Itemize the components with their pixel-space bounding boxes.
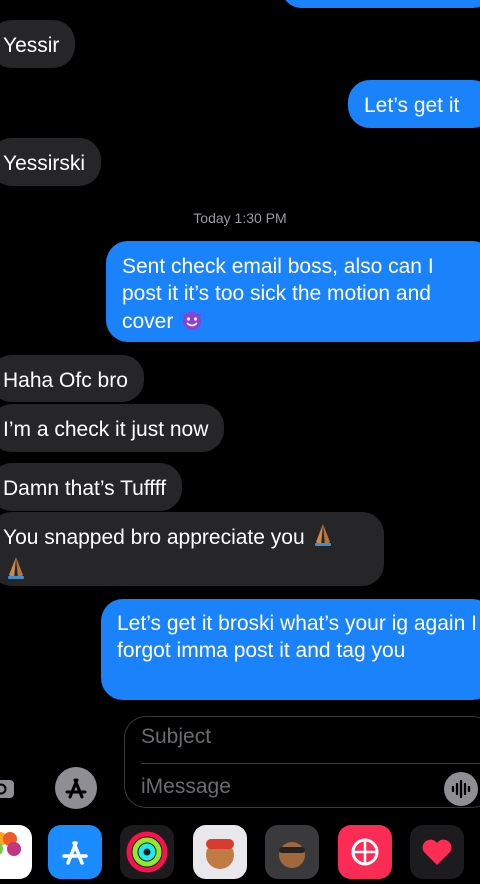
message-bubble-outgoing[interactable]: Sent check email boss, also can I post i… <box>106 241 480 342</box>
digital-touch-app-icon[interactable] <box>410 825 464 879</box>
waveform-icon <box>444 779 478 810</box>
audio-button[interactable] <box>444 772 478 806</box>
folded-hands-icon <box>3 555 29 588</box>
message-bubble-incoming[interactable]: I’m a check it just now <box>0 404 225 452</box>
photos-app-icon[interactable] <box>0 825 32 879</box>
message-bubble-incoming[interactable]: Damn that’s Tuffff <box>0 463 183 511</box>
message-text: Damn that’s Tuffff <box>3 477 167 500</box>
fitness-app-icon[interactable] <box>120 825 174 879</box>
app-store-icon <box>55 778 97 813</box>
message-composer[interactable]: Subject iMessage <box>124 716 480 808</box>
message-text: I’m a check it just now <box>3 418 209 441</box>
app-store-app-icon[interactable] <box>48 825 102 879</box>
message-timestamp: Today 1:30 PM <box>193 210 287 226</box>
message-text: Sent check email boss, also can I post i… <box>122 255 434 334</box>
message-bubble-incoming[interactable]: Yessir <box>0 20 76 68</box>
message-input[interactable]: iMessage <box>141 775 231 799</box>
message-bubble-incoming[interactable]: Yessirski <box>0 138 102 186</box>
camera-icon <box>0 780 22 810</box>
composer-divider <box>141 763 480 764</box>
app-store-button[interactable] <box>55 767 97 809</box>
message-bubble-incoming[interactable]: Haha Ofc bro <box>0 355 144 402</box>
message-text: Yessir <box>3 34 60 57</box>
avatar-app-icon[interactable] <box>265 825 319 879</box>
message-bubble-outgoing[interactable]: Let’s get it broski what’s your ig again… <box>101 599 480 700</box>
message-text: Let’s get it broski what’s your ig again… <box>117 612 477 662</box>
message-text: Haha Ofc bro <box>3 369 128 392</box>
smiling-imp-icon <box>179 307 205 338</box>
message-text: You snapped bro appreciate you <box>3 526 305 550</box>
subject-input[interactable]: Subject <box>141 725 211 749</box>
message-bubble-outgoing-partial[interactable] <box>282 0 480 8</box>
globe-app-icon[interactable] <box>338 825 392 879</box>
message-text: Let’s get it <box>364 94 460 117</box>
camera-button[interactable] <box>0 770 22 806</box>
message-bubble-incoming[interactable]: You snapped bro appreciate you <box>0 512 384 586</box>
message-bubble-outgoing[interactable]: Let’s get it <box>348 80 480 128</box>
message-text: Yessirski <box>3 152 86 175</box>
memoji-app-icon[interactable] <box>193 825 247 879</box>
folded-hands-icon <box>310 522 336 555</box>
